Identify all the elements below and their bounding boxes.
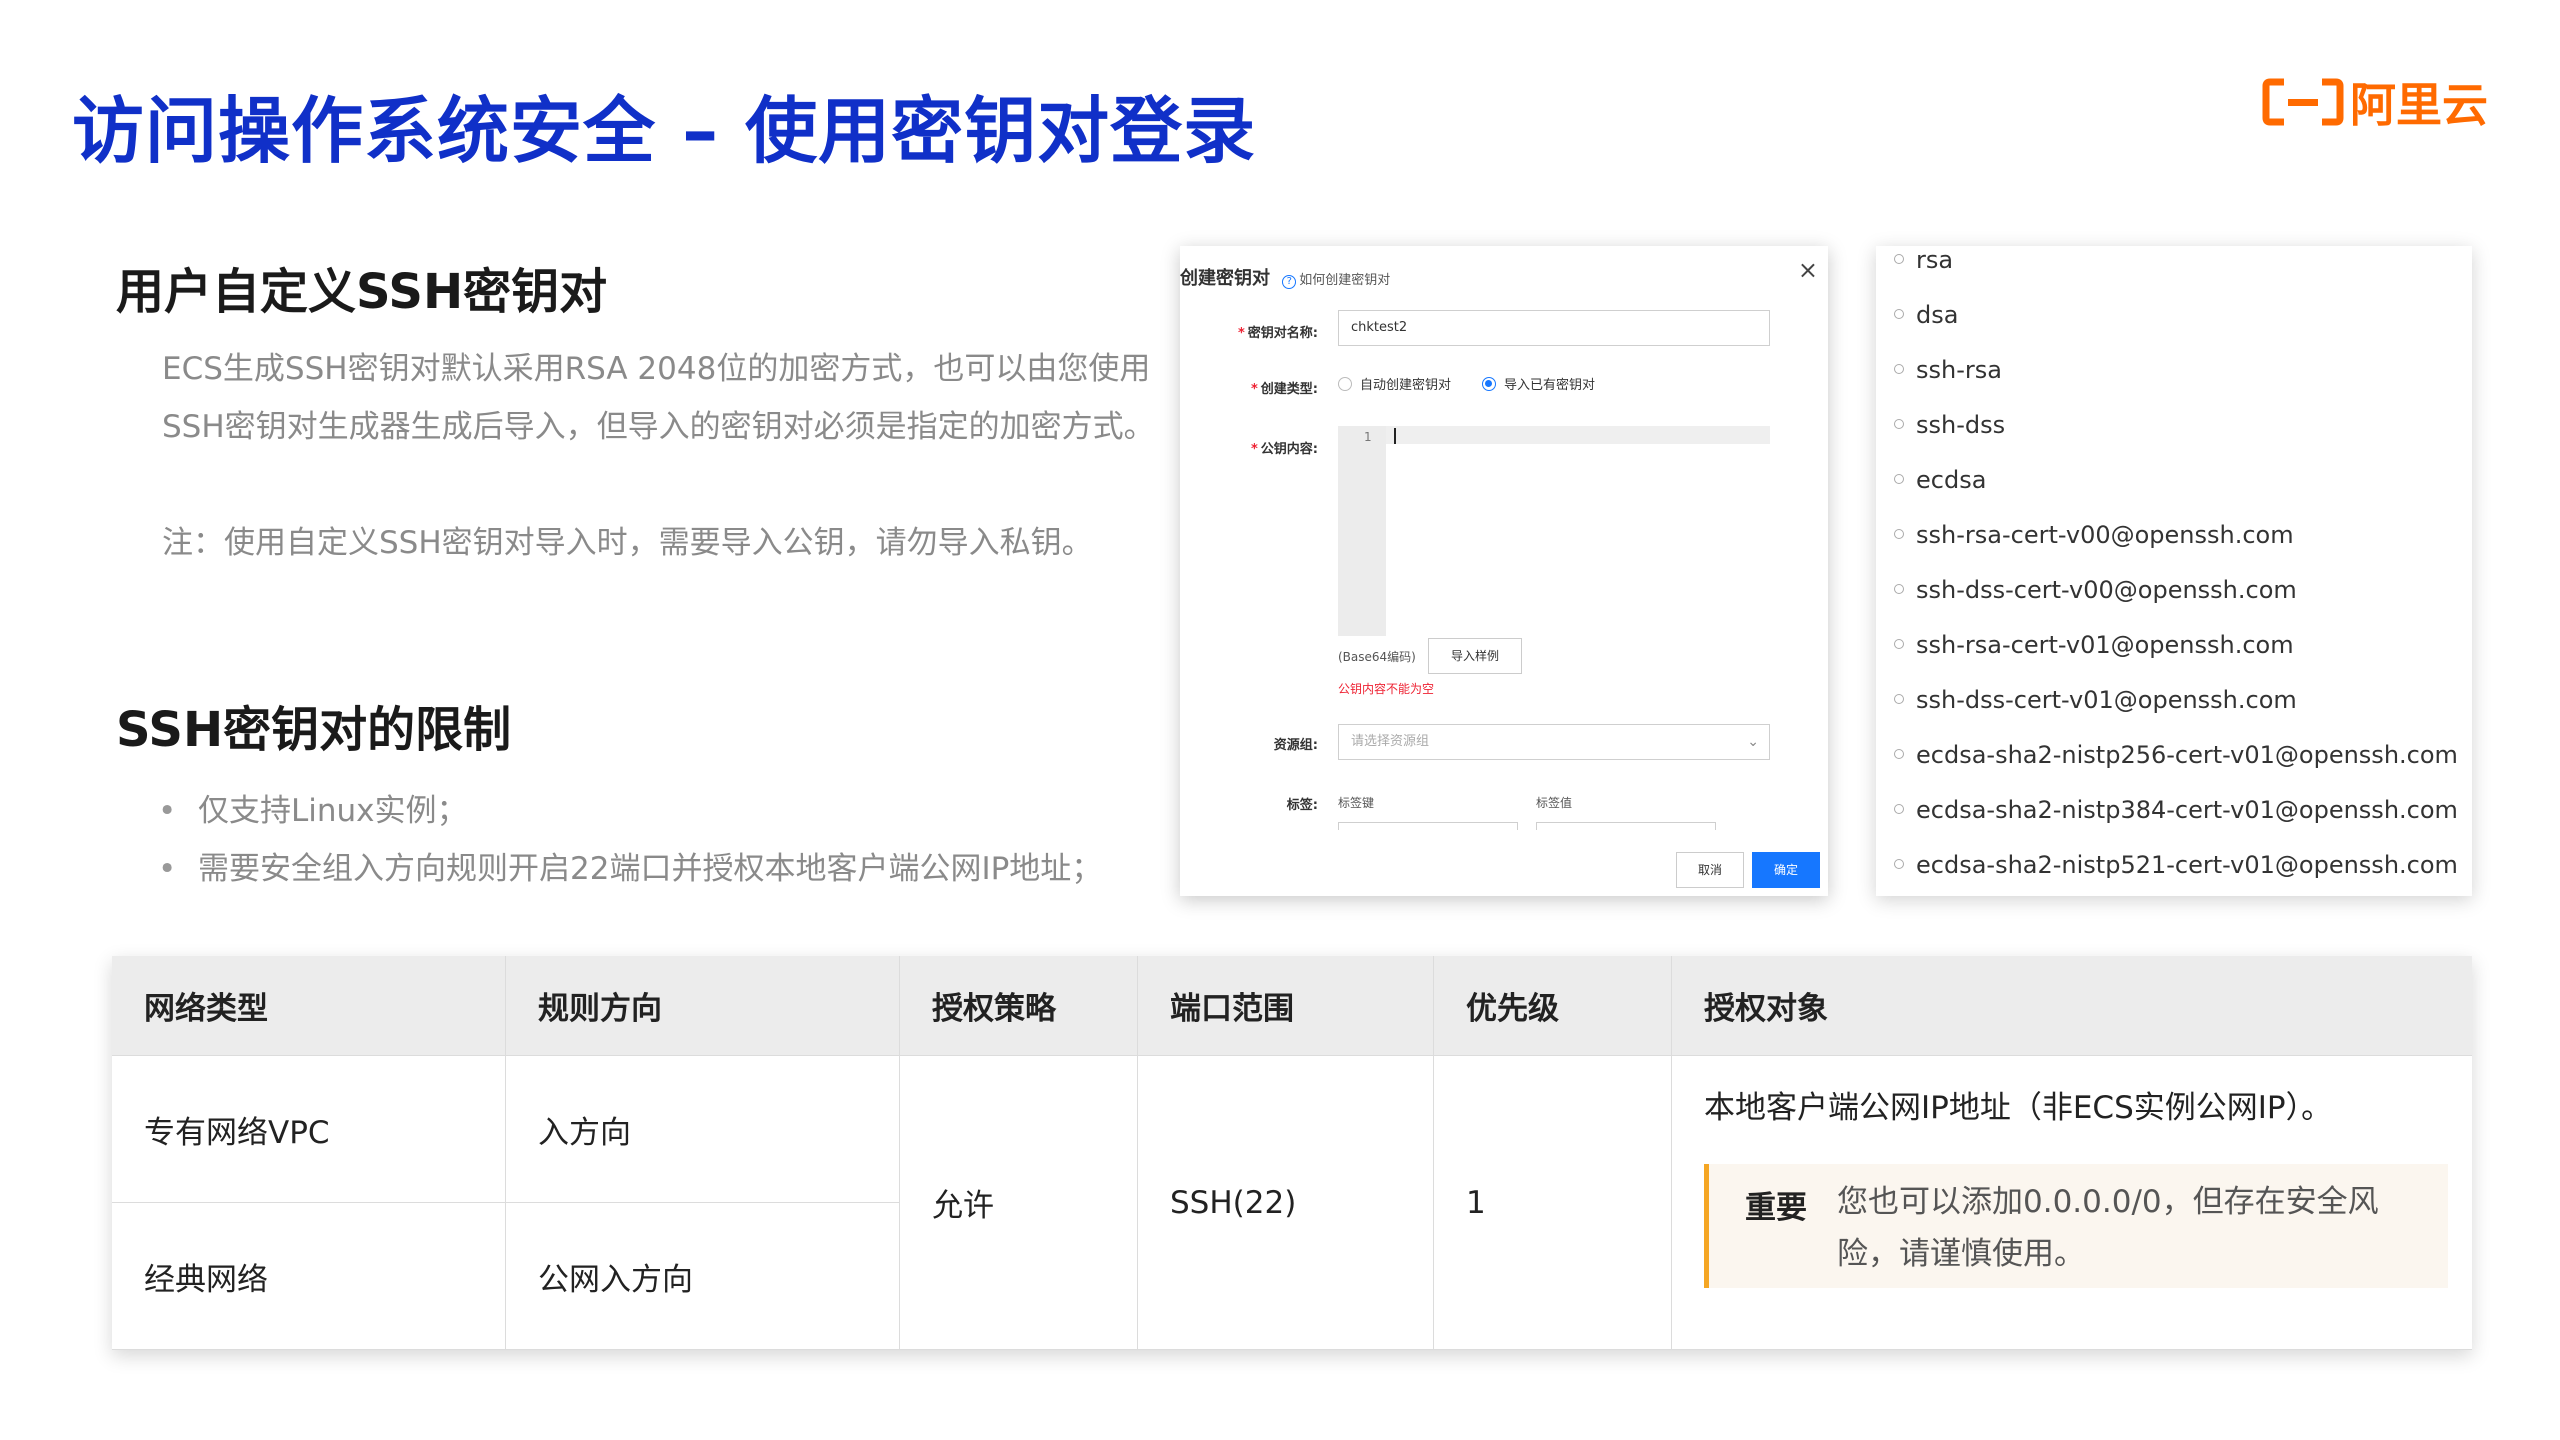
- algorithm-item: ssh-dss-cert-v01@openssh.com: [1894, 686, 2297, 714]
- table-header-port-range: 端口范围: [1138, 956, 1434, 1056]
- table-cell-network-vpc: 专有网络VPC: [112, 1056, 506, 1203]
- radio-auto-create[interactable]: 自动创建密钥对: [1338, 374, 1451, 393]
- algorithm-item: ecdsa-sha2-nistp521-cert-v01@openssh.com: [1894, 851, 2458, 879]
- table-header-target: 授权对象: [1672, 956, 2472, 1056]
- algorithm-item: ssh-dss: [1894, 411, 2005, 439]
- table-header-rule-direction: 规则方向: [506, 956, 900, 1056]
- import-sample-button[interactable]: 导入样例: [1428, 638, 1522, 674]
- text-cursor: [1394, 428, 1396, 444]
- security-group-rule-table: 网络类型 规则方向 授权策略 端口范围 优先级 授权对象 专有网络VPC 入方向…: [112, 956, 2472, 1350]
- resource-group-label: 资源组:: [1273, 738, 1318, 753]
- dialog-title: 创建密钥对: [1180, 268, 1270, 289]
- table-cell-priority: 1: [1434, 1056, 1672, 1350]
- algorithm-item: ssh-dss-cert-v00@openssh.com: [1894, 576, 2297, 604]
- table-header-network-type: 网络类型: [112, 956, 506, 1056]
- resource-group-select[interactable]: 请选择资源组 ⌄: [1338, 724, 1770, 760]
- section-title-ssh-limits: SSH密钥对的限制: [116, 702, 512, 758]
- table-cell-direction-public-in: 公网入方向: [506, 1203, 900, 1350]
- limits-list: • 仅支持Linux实例； • 需要安全组入方向规则开启22端口并授权本地客户端公…: [158, 782, 1102, 898]
- important-note: 重要 您也可以添加0.0.0.0/0，但存在安全风险，请谨慎使用。: [1704, 1164, 2448, 1288]
- pubkey-error: 公钥内容不能为空: [1338, 682, 1435, 696]
- editor-gutter: [1338, 426, 1386, 636]
- tag-key-label: 标签键: [1338, 796, 1375, 810]
- limit-item: • 需要安全组入方向规则开启22端口并授权本地客户端公网IP地址；: [158, 851, 1103, 887]
- name-label: * 密钥对名称:: [1237, 326, 1318, 341]
- section-note: 注：使用自定义SSH密钥对导入时，需要导入公钥，请勿导入私钥。: [162, 525, 1093, 561]
- ok-button[interactable]: 确定: [1752, 852, 1820, 888]
- create-keypair-dialog: 创建密钥对 ? 如何创建密钥对 × * 密钥对名称: chktest2 * 创建类型:…: [1180, 246, 1828, 896]
- algorithm-item: ssh-rsa-cert-v00@openssh.com: [1894, 521, 2294, 549]
- dialog-header: 创建密钥对 ? 如何创建密钥对: [1180, 264, 1390, 290]
- table-cell-network-classic: 经典网络: [112, 1203, 506, 1350]
- tag-value-input[interactable]: [1536, 822, 1716, 830]
- aliyun-logo-icon: [2262, 78, 2344, 126]
- note-label: 重要: [1745, 1190, 1807, 1226]
- algorithm-item: ssh-rsa-cert-v01@openssh.com: [1894, 631, 2294, 659]
- cancel-button[interactable]: 取消: [1676, 852, 1744, 888]
- section-text-line2: SSH密钥对生成器生成后导入，但导入的密钥对必须是指定的加密方式。: [162, 409, 1155, 445]
- table-header-priority: 优先级: [1434, 956, 1672, 1056]
- target-text: 本地客户端公网IP地址（非ECS实例公网IP）。: [1704, 1090, 2333, 1126]
- note-text: 您也可以添加0.0.0.0/0，但存在安全风险，请谨慎使用。: [1837, 1184, 2379, 1272]
- algorithm-item: ssh-rsa: [1894, 356, 2002, 384]
- section-title-custom-ssh: 用户自定义SSH密钥对: [116, 264, 608, 320]
- help-link[interactable]: ? 如何创建密钥对: [1282, 273, 1390, 289]
- radio-import-existing[interactable]: 导入已有密钥对: [1482, 374, 1595, 393]
- algorithm-item: ecdsa-sha2-nistp256-cert-v01@openssh.com: [1894, 741, 2458, 769]
- keypair-name-input[interactable]: chktest2: [1338, 310, 1770, 346]
- section-text-line1: ECS生成SSH密钥对默认采用RSA 2048位的加密方式，也可以由您使用: [162, 351, 1151, 387]
- help-icon: ?: [1282, 275, 1297, 289]
- algorithm-item: ecdsa: [1894, 466, 1986, 494]
- pubkey-label: * 公钥内容:: [1250, 442, 1318, 457]
- editor-active-line: [1386, 426, 1770, 444]
- pubkey-editor[interactable]: 1: [1338, 426, 1770, 636]
- close-icon[interactable]: ×: [1798, 256, 1818, 284]
- base64-hint: (Base64编码): [1338, 650, 1416, 664]
- tag-label: 标签:: [1286, 798, 1318, 813]
- radio-circle: [1338, 376, 1352, 391]
- radio-circle-selected: [1482, 376, 1496, 391]
- line-number: 1: [1364, 430, 1372, 444]
- limit-item: • 仅支持Linux实例；: [158, 793, 468, 829]
- tag-value-label: 标签值: [1536, 796, 1573, 810]
- algorithm-item: rsa: [1894, 246, 1953, 274]
- tag-key-input[interactable]: [1338, 822, 1518, 830]
- supported-algorithms-list: rsa dsa ssh-rsa ssh-dss ecdsa ssh-rsa-ce…: [1876, 246, 2472, 896]
- algorithm-item: dsa: [1894, 301, 1958, 329]
- page-title: 访问操作系统安全 – 使用密钥对登录: [72, 89, 1257, 173]
- logo-text: 阿里云: [2350, 78, 2488, 132]
- type-label: * 创建类型:: [1250, 382, 1318, 397]
- aliyun-logo: 阿里云: [2262, 72, 2488, 132]
- chevron-down-icon: ⌄: [1747, 734, 1759, 750]
- table-header-policy: 授权策略: [900, 956, 1138, 1056]
- table-cell-policy: 允许: [900, 1056, 1138, 1350]
- algorithm-item: ecdsa-sha2-nistp384-cert-v01@openssh.com: [1894, 796, 2458, 824]
- table-cell-direction-in: 入方向: [506, 1056, 900, 1203]
- table-cell-port: SSH(22): [1138, 1056, 1434, 1350]
